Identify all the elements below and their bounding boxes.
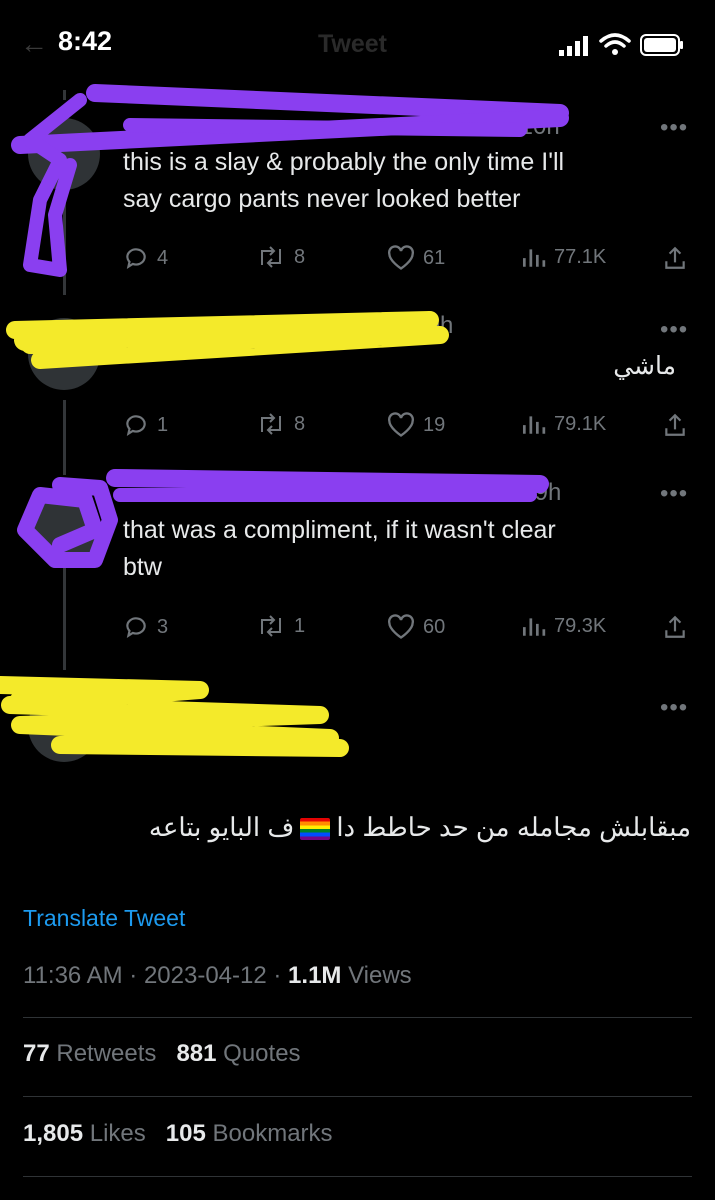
share-icon bbox=[662, 245, 696, 271]
like-count: 61 bbox=[423, 246, 446, 269]
retweet-count: 1 bbox=[294, 614, 306, 637]
reply-text: this is a slay & probably the only time … bbox=[123, 148, 565, 213]
cellular-signal-icon bbox=[559, 36, 588, 56]
avatar[interactable] bbox=[28, 490, 100, 562]
battery-icon bbox=[640, 34, 683, 56]
heart-icon bbox=[387, 245, 423, 271]
views-icon bbox=[520, 245, 554, 269]
views-button[interactable]: 77.1K bbox=[520, 245, 606, 269]
reply-meta: · 10h bbox=[505, 113, 560, 140]
share-icon bbox=[662, 412, 696, 438]
reply-count: 1 bbox=[157, 413, 169, 436]
like-button[interactable]: 61 bbox=[387, 245, 445, 271]
wifi-icon bbox=[599, 33, 631, 55]
share-icon bbox=[662, 614, 696, 640]
more-options-icon[interactable]: ••• bbox=[660, 480, 688, 508]
avatar[interactable] bbox=[28, 690, 100, 762]
views-icon bbox=[520, 614, 554, 638]
like-button[interactable]: 19 bbox=[387, 412, 445, 438]
divider bbox=[23, 1017, 692, 1018]
retweet-count: 8 bbox=[294, 245, 306, 268]
divider bbox=[23, 1176, 692, 1177]
reply-button[interactable]: 1 bbox=[123, 412, 168, 438]
views-button[interactable]: 79.3K bbox=[520, 614, 606, 638]
retweet-button[interactable]: 8 bbox=[256, 412, 305, 436]
reply-meta: · 9h bbox=[520, 479, 562, 506]
like-count: 19 bbox=[423, 413, 446, 436]
reply-icon bbox=[123, 614, 157, 640]
views-count: 77.1K bbox=[554, 245, 607, 268]
retweet-icon bbox=[256, 412, 294, 436]
reply-icon bbox=[123, 245, 157, 271]
reply-count: 4 bbox=[157, 246, 169, 269]
thread-line bbox=[63, 200, 66, 295]
views-button[interactable]: 79.1K bbox=[520, 412, 606, 436]
thread-line bbox=[63, 400, 66, 475]
reply-icon bbox=[123, 412, 157, 438]
more-options-icon[interactable]: ••• bbox=[660, 114, 688, 142]
page-title: Tweet bbox=[318, 30, 387, 58]
more-options-icon[interactable]: ••• bbox=[660, 316, 688, 344]
tweet-timestamp: 11:36 AM · 2023-04-12 · 1.1M Views bbox=[23, 962, 412, 989]
reply-text: that was a compliment, if it wasn't clea… bbox=[123, 516, 556, 581]
bookmarks-stat[interactable]: 105 Bookmarks bbox=[166, 1120, 333, 1147]
reply-text: ماشي bbox=[613, 352, 676, 380]
share-button[interactable] bbox=[662, 412, 696, 438]
reply-button[interactable]: 4 bbox=[123, 245, 168, 271]
retweet-button[interactable]: 8 bbox=[256, 245, 305, 269]
views-count: 79.1K bbox=[554, 412, 607, 435]
redaction-scribble bbox=[0, 84, 569, 757]
more-options-icon[interactable]: ••• bbox=[660, 694, 688, 722]
divider bbox=[23, 1096, 692, 1097]
heart-icon bbox=[387, 614, 423, 640]
quotes-stat[interactable]: 881 Quotes bbox=[176, 1040, 300, 1067]
retweet-count: 8 bbox=[294, 412, 306, 435]
thread-line bbox=[63, 90, 66, 100]
back-arrow-icon[interactable]: ← bbox=[20, 28, 48, 60]
views-count: 79.3K bbox=[554, 614, 607, 637]
share-button[interactable] bbox=[662, 614, 696, 640]
like-button[interactable]: 60 bbox=[387, 614, 445, 640]
heart-icon bbox=[387, 412, 423, 438]
reply-meta: · 9h bbox=[412, 312, 454, 339]
retweet-icon bbox=[256, 245, 294, 269]
like-count: 60 bbox=[423, 615, 446, 638]
likes-bookmarks-stats: 1,805 Likes 105 Bookmarks bbox=[23, 1120, 333, 1148]
likes-stat[interactable]: 1,805 Likes bbox=[23, 1120, 146, 1147]
share-button[interactable] bbox=[662, 245, 696, 271]
retweet-button[interactable]: 1 bbox=[256, 614, 305, 638]
avatar[interactable] bbox=[28, 118, 100, 190]
retweets-quotes-stats: 77 Retweets 881 Quotes bbox=[23, 1040, 301, 1068]
avatar[interactable] bbox=[28, 318, 100, 390]
translate-tweet-link[interactable]: Translate Tweet bbox=[23, 905, 185, 932]
status-time: 8:42 bbox=[58, 26, 113, 56]
views-icon bbox=[520, 412, 554, 436]
reply-count: 3 bbox=[157, 615, 169, 638]
tweet-text: مبقابلش مجامله من حد حاطط داف البايو بتا… bbox=[148, 812, 691, 842]
retweet-icon bbox=[256, 614, 294, 638]
rainbow-flag-icon bbox=[300, 818, 331, 841]
thread-line bbox=[63, 560, 66, 670]
reply-button[interactable]: 3 bbox=[123, 614, 168, 640]
retweets-stat[interactable]: 77 Retweets bbox=[23, 1040, 156, 1067]
